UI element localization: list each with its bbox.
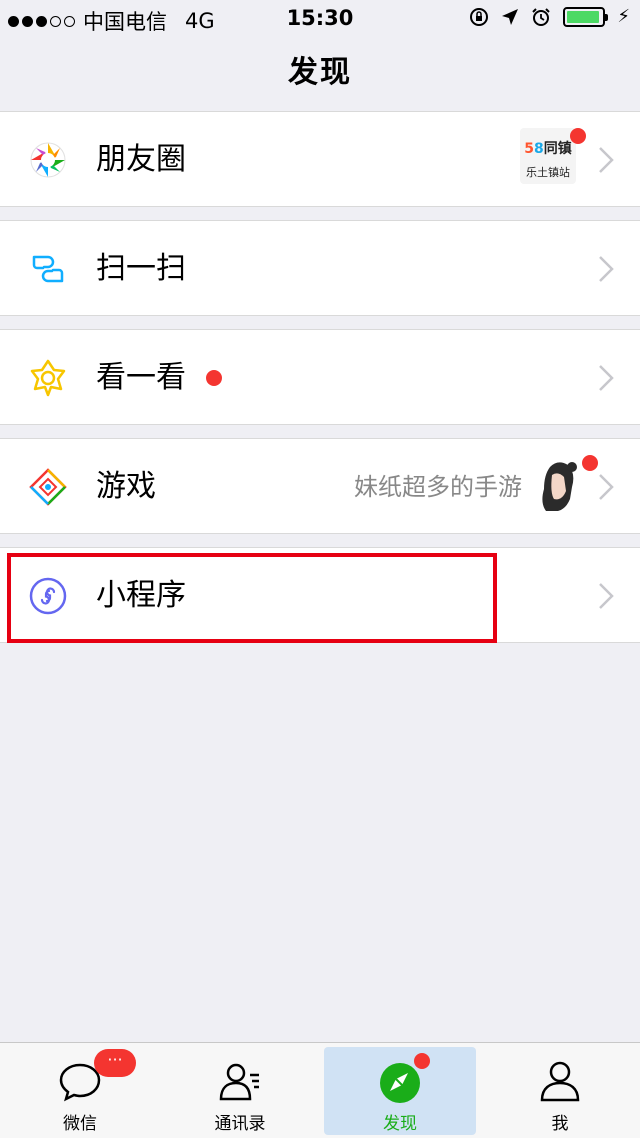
chevron-right-icon	[599, 474, 614, 500]
thumb-subtext: 乐土镇站	[526, 166, 570, 179]
charging-bolt-icon: ⚡	[617, 6, 630, 27]
signal-strength-icon	[8, 15, 75, 27]
battery-icon	[563, 6, 609, 27]
person-icon	[540, 1061, 580, 1102]
tab-bar: ··· 微信 通讯录 发现 我	[0, 1042, 640, 1138]
moments-label: 朋友圈	[96, 142, 186, 177]
status-bar: 中国电信 4G 15:30 ⚡	[0, 0, 640, 40]
games-icon	[29, 468, 67, 506]
tab-contacts[interactable]: 通讯录	[160, 1043, 320, 1138]
new-content-dot	[206, 370, 222, 386]
scan-label: 扫一扫	[96, 251, 186, 286]
list-item-moments[interactable]: 朋友圈 58同镇 乐土镇站	[0, 111, 640, 207]
chevron-right-icon	[599, 583, 614, 609]
new-content-dot	[570, 128, 586, 144]
alarm-clock-icon	[532, 7, 551, 26]
list-item-games[interactable]: 游戏 妹纸超多的手游	[0, 438, 640, 534]
moments-aperture-icon	[30, 142, 66, 178]
carrier-name: 中国电信	[83, 10, 167, 34]
top-stories-icon	[30, 359, 66, 397]
highlight-annotation-box	[7, 553, 497, 643]
scan-icon	[32, 255, 64, 283]
thumb-brand-5: 5	[524, 141, 534, 157]
chevron-right-icon	[599, 365, 614, 391]
moments-preview-thumbnail: 58同镇 乐土镇站	[520, 128, 576, 184]
list-item-scan[interactable]: 扫一扫	[0, 220, 640, 316]
navigation-bar: 发现	[0, 40, 640, 112]
chevron-right-icon	[599, 147, 614, 173]
compass-icon	[380, 1063, 420, 1103]
location-arrow-icon	[502, 8, 519, 25]
tab-label: 微信	[63, 1114, 97, 1134]
unread-badge: ···	[94, 1049, 136, 1077]
tab-me[interactable]: 我	[480, 1043, 640, 1138]
thumb-brand-text: 同镇	[543, 141, 572, 157]
tab-label: 发现	[383, 1114, 417, 1134]
rotation-lock-icon	[470, 7, 489, 26]
game-character-thumbnail	[536, 459, 580, 511]
contacts-icon	[219, 1063, 259, 1101]
tab-label: 我	[551, 1114, 569, 1134]
thumb-brand-8: 8	[534, 141, 544, 157]
page-title: 发现	[288, 55, 352, 90]
new-content-dot	[582, 455, 598, 471]
list-item-top-stories[interactable]: 看一看	[0, 329, 640, 425]
new-content-dot	[414, 1053, 430, 1069]
network-type: 4G	[185, 9, 215, 33]
tab-label: 通讯录	[214, 1114, 266, 1134]
games-promo-text: 妹纸超多的手游	[354, 473, 522, 501]
top-stories-label: 看一看	[96, 360, 186, 395]
tab-discover[interactable]: 发现	[324, 1047, 476, 1135]
games-label: 游戏	[96, 469, 156, 504]
chevron-right-icon	[599, 256, 614, 282]
tab-chats[interactable]: ··· 微信	[0, 1043, 160, 1138]
